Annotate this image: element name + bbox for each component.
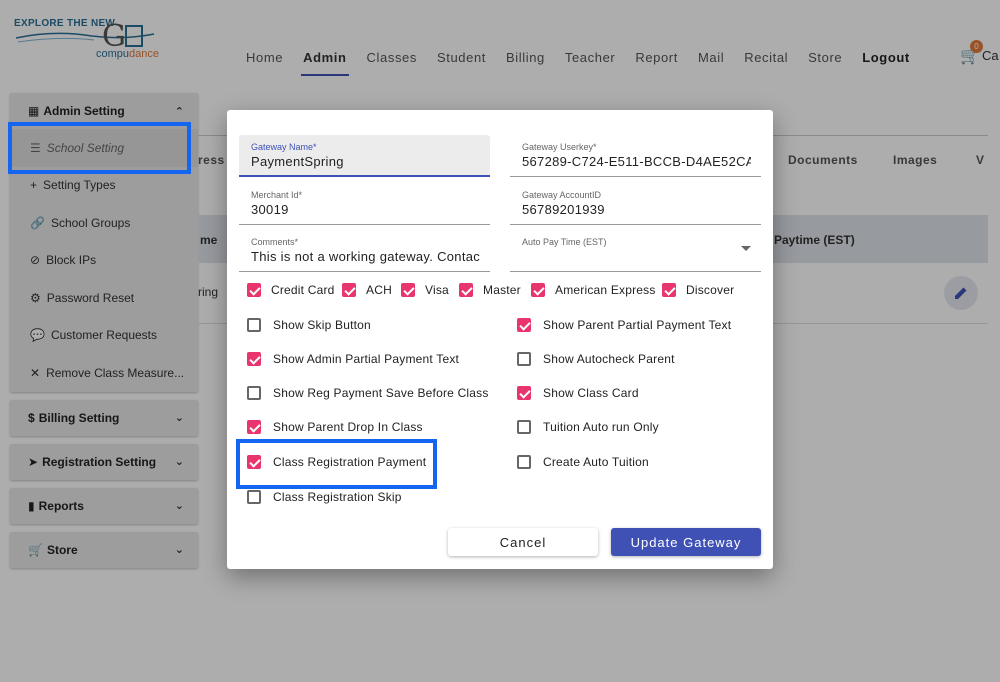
checkbox-box[interactable] (517, 420, 531, 434)
checkbox-show-class-card[interactable]: Show Class Card (517, 386, 639, 400)
checkbox-class-registration-skip[interactable]: Class Registration Skip (247, 490, 402, 504)
highlight-class-registration-payment (236, 439, 437, 489)
checkbox-show-autocheck-parent[interactable]: Show Autocheck Parent (517, 352, 675, 366)
cancel-button[interactable]: Cancel (448, 528, 598, 556)
checkbox-box[interactable] (459, 283, 473, 297)
checkbox-show-reg-payment-save[interactable]: Show Reg Payment Save Before Class (247, 386, 489, 400)
checkbox-box[interactable] (517, 455, 531, 469)
checkbox-american-express[interactable]: American Express (531, 283, 656, 297)
checkbox-show-parent-partial-payment[interactable]: Show Parent Partial Payment Text (517, 318, 731, 332)
gateway-account-field[interactable]: Gateway AccountID 56789201939 (510, 183, 761, 225)
merchant-id-input[interactable]: 30019 (251, 202, 480, 217)
checkbox-credit-card[interactable]: Credit Card (247, 283, 335, 297)
checkbox-box[interactable] (247, 386, 261, 400)
checkbox-box[interactable] (517, 318, 531, 332)
gateway-name-field[interactable]: Gateway Name* PaymentSpring (239, 135, 490, 177)
gateway-userkey-input[interactable]: 567289-C724-E511-BCCB-D4AE52CAB (522, 154, 751, 169)
comments-input[interactable]: This is not a working gateway. Contact (251, 249, 480, 264)
checkbox-show-skip-button[interactable]: Show Skip Button (247, 318, 371, 332)
checkbox-ach[interactable]: ACH (342, 283, 392, 297)
dropdown-arrow-icon (741, 246, 751, 251)
checkbox-box[interactable] (662, 283, 676, 297)
checkbox-box[interactable] (517, 386, 531, 400)
checkbox-box[interactable] (247, 490, 261, 504)
checkbox-discover[interactable]: Discover (662, 283, 734, 297)
gateway-userkey-field[interactable]: Gateway Userkey* 567289-C724-E511-BCCB-D… (510, 135, 761, 177)
gateway-name-input[interactable]: PaymentSpring (251, 154, 480, 169)
checkbox-master[interactable]: Master (459, 283, 521, 297)
checkbox-show-admin-partial-payment[interactable]: Show Admin Partial Payment Text (247, 352, 459, 366)
checkbox-create-auto-tuition[interactable]: Create Auto Tuition (517, 455, 649, 469)
auto-pay-time-select[interactable]: Auto Pay Time (EST) (510, 230, 761, 272)
merchant-id-field[interactable]: Merchant Id* 30019 (239, 183, 490, 225)
checkbox-box[interactable] (517, 352, 531, 366)
checkbox-box[interactable] (247, 352, 261, 366)
checkbox-visa[interactable]: Visa (401, 283, 449, 297)
checkbox-box[interactable] (531, 283, 545, 297)
checkbox-box[interactable] (247, 420, 261, 434)
update-gateway-button[interactable]: Update Gateway (611, 528, 761, 556)
comments-field[interactable]: Comments* This is not a working gateway.… (239, 230, 490, 272)
checkbox-tuition-auto-run-only[interactable]: Tuition Auto run Only (517, 420, 659, 434)
checkbox-show-parent-drop-in[interactable]: Show Parent Drop In Class (247, 420, 423, 434)
gateway-account-input[interactable]: 56789201939 (522, 202, 751, 217)
checkbox-box[interactable] (342, 283, 356, 297)
gateway-dialog: Gateway Name* PaymentSpring Gateway User… (227, 110, 773, 569)
checkbox-box[interactable] (401, 283, 415, 297)
checkbox-box[interactable] (247, 283, 261, 297)
checkbox-box[interactable] (247, 318, 261, 332)
highlight-school-setting (8, 122, 191, 174)
